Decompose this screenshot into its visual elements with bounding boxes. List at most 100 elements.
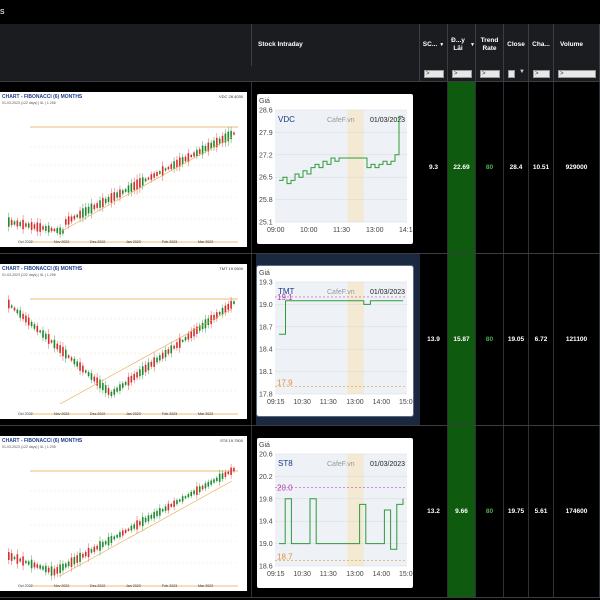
cell-volume[interactable]: 929000 [554,82,600,253]
sort-icon[interactable]: ▼ [470,41,475,49]
fibo-candles: Oct 2022 Nov 2022 Dec 2022 Jan 2023 Feb 2023… [8,463,238,588]
fibonacci-chart: CHART - FIBONACCI (6) MONTHS 01-03-2023 (… [0,92,247,247]
filter-close[interactable]: ▼ [504,66,529,82]
fibo-month-label: Mar 2023 [198,240,213,244]
fibo-month-label: Dec 2022 [90,412,105,416]
fibo-month-label: Nov 2022 [54,240,69,244]
score-value: 9.3 [428,164,439,171]
source-label: CafeF.vn [327,461,355,468]
fibo-month-label: Dec 2022 [90,584,105,588]
fibo-month-label: Mar 2023 [198,584,213,588]
change-value: 10.51 [532,164,550,171]
filter-input[interactable] [508,70,515,78]
header-volume[interactable]: Volume [554,24,600,66]
intraday-plot: 20.6 20.2 19.8 19.4 19.0 18.609:15 10:30 11:30 1… [259,442,413,578]
filter-input[interactable]: > [558,70,596,78]
filter-input[interactable]: > [480,70,500,78]
stock-grid: Stock Intraday SC... ▼ Đ...y Lãi ▼ Trend R… [0,24,600,600]
low-label: 17.9 [277,379,293,388]
lunch-break-band [347,110,364,222]
low-label: 18.7 [277,552,293,561]
table-row[interactable]: CHART - FIBONACCI (6) MONTHS 01-03-2023 (… [0,254,600,426]
header-change[interactable]: Cha... [529,24,554,66]
header-profit[interactable]: Đ...y Lãi ▼ [448,24,476,66]
header-chart [0,24,252,66]
cell-volume[interactable]: 121100 [554,254,600,425]
fibo-month-label: Feb 2023 [162,240,177,244]
intraday-chart: 19.3 19.0 18.7 18.4 18.1 17.8 09:15 10:30 11:30 1… [257,266,413,416]
y-tick-label: 19.4 [259,519,273,526]
x-tick-label: 14:00 [373,399,391,406]
fibonacci-chart: CHART - FIBONACCI (6) MONTHS 01-03-2023 (… [0,436,247,591]
header-close[interactable]: Close [504,24,529,66]
title-bar: s [0,0,600,24]
fibo-month-label: Oct 2022 [18,584,33,588]
fibo-month-label: Jan 2023 [126,584,141,588]
cell-volume[interactable]: 174600 [554,426,600,597]
fibo-month-label: Oct 2022 [18,240,33,244]
filter-dropdown-icon[interactable]: ▼ [519,69,525,75]
cell-score[interactable]: 13.9 [420,254,448,425]
table-row[interactable]: CHART - FIBONACCI (6) MONTHS 01-03-2023 (… [0,426,600,598]
cell-close[interactable]: 19.75 [504,426,529,597]
cell-profit[interactable]: 22.69 [448,82,476,253]
cell-profit[interactable]: 15.87 [448,254,476,425]
x-tick-label: 15:00 [399,399,413,406]
y-tick-label: 25.8 [259,197,273,204]
fibo-month-label: Jan 2023 [126,240,141,244]
filter-volume[interactable]: > [554,66,600,82]
cell-score[interactable]: 13.2 [420,426,448,597]
header-label: Close [507,41,525,48]
cell-change[interactable]: 10.51 [529,82,554,253]
y-tick-label: 19.0 [259,302,273,309]
y-tick-label: 25.1 [259,220,273,227]
filter-input[interactable]: > [533,70,550,78]
cell-profit[interactable]: 9.66 [448,426,476,597]
trend-line [59,136,233,233]
cell-trend-rate[interactable]: 80 [476,82,504,253]
profit-value: 22.69 [453,164,470,171]
filter-change[interactable]: > [529,66,554,82]
filter-trend[interactable]: > [476,66,504,82]
cell-trend-rate[interactable]: 80 [476,254,504,425]
header-label: Volume [560,41,583,48]
filter-profit[interactable]: > [448,66,476,82]
profit-value: 15.87 [453,336,470,343]
cell-change[interactable]: 5.61 [529,426,554,597]
y-tick-label: 27.9 [259,130,273,137]
header-score[interactable]: SC... ▼ [420,24,448,66]
cell-close[interactable]: 19.05 [504,254,529,425]
fibo-candles: Oct 2022 Nov 2022 Dec 2022 Jan 2023 Feb 2023… [8,126,238,244]
y-tick-label: 27.2 [259,152,273,159]
volume-value: 121100 [565,336,588,343]
date-label: 01/03/2023 [370,289,405,296]
x-tick-label: 13:00 [346,571,364,578]
sort-icon[interactable]: ▼ [439,41,444,49]
cell-close[interactable]: 28.4 [504,82,529,253]
x-tick-label: 11:30 [333,227,350,234]
cell-change[interactable]: 6.72 [529,254,554,425]
header-trend-rate[interactable]: Trend Rate [476,24,504,66]
y-tick-label: 28.6 [259,108,273,115]
filter-input[interactable]: > [452,70,472,78]
volume-value: 174600 [565,508,588,515]
x-tick-label: 10:30 [293,571,311,578]
intraday-plot: 28.6 27.9 27.2 26.5 25.8 25.109:00 10:00 11:30 1… [259,98,413,234]
y-tick-label: 19.3 [259,280,273,287]
lunch-break-band [347,454,364,566]
y-tick-label: 20.6 [259,452,273,459]
filter-input[interactable]: > [424,70,444,78]
ticker-label: VDC [278,115,295,124]
fibo-month-label: Mar 2023 [198,412,213,416]
y-tick-label: 18.7 [259,324,273,331]
filter-score[interactable]: > [420,66,448,82]
cell-score[interactable]: 9.3 [420,82,448,253]
y-tick-label: 26.5 [259,175,273,182]
table-row[interactable]: CHART - FIBONACCI (6) MONTHS 01-03-2023 (… [0,82,600,254]
change-value: 6.72 [534,336,548,343]
header-stock-intraday[interactable]: Stock Intraday [252,24,420,66]
cell-trend-rate[interactable]: 80 [476,426,504,597]
y-tick-label: 18.1 [259,369,273,376]
header-label: Trend Rate [480,37,499,52]
close-value: 19.75 [507,508,525,515]
